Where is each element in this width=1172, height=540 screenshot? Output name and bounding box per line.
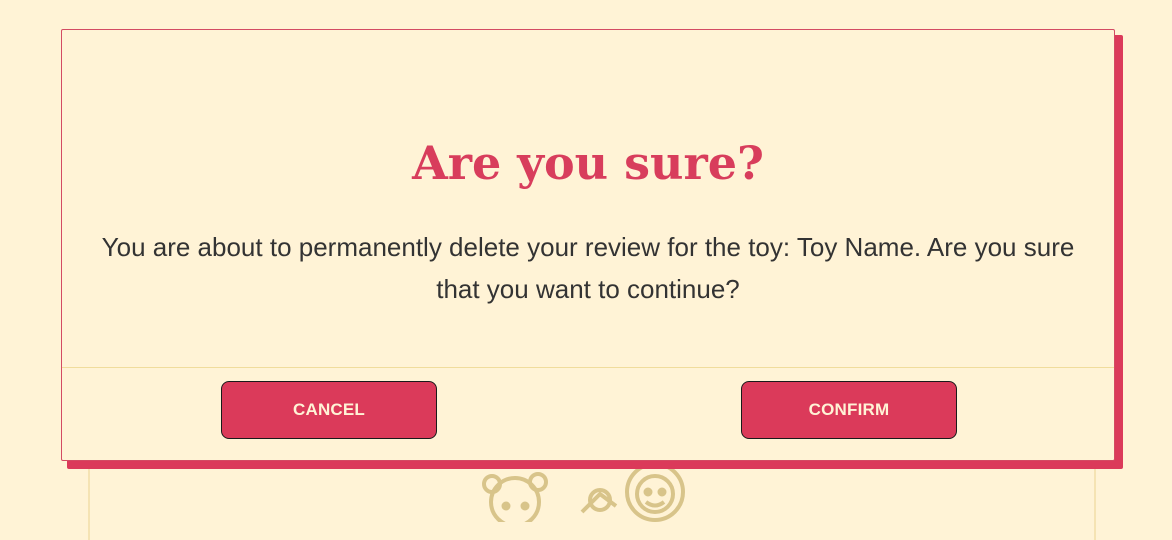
delete-review-dialog: Are you sure? You are about to permanent…: [61, 29, 1115, 461]
cancel-button[interactable]: CANCEL: [221, 381, 437, 439]
dialog-title: Are you sure?: [412, 136, 764, 190]
confirm-button[interactable]: CONFIRM: [741, 381, 957, 439]
dialog-message: You are about to permanently delete your…: [101, 232, 1075, 304]
dialog-footer: CANCEL CONFIRM: [62, 367, 1114, 462]
toys-outline-icon: [482, 462, 685, 522]
